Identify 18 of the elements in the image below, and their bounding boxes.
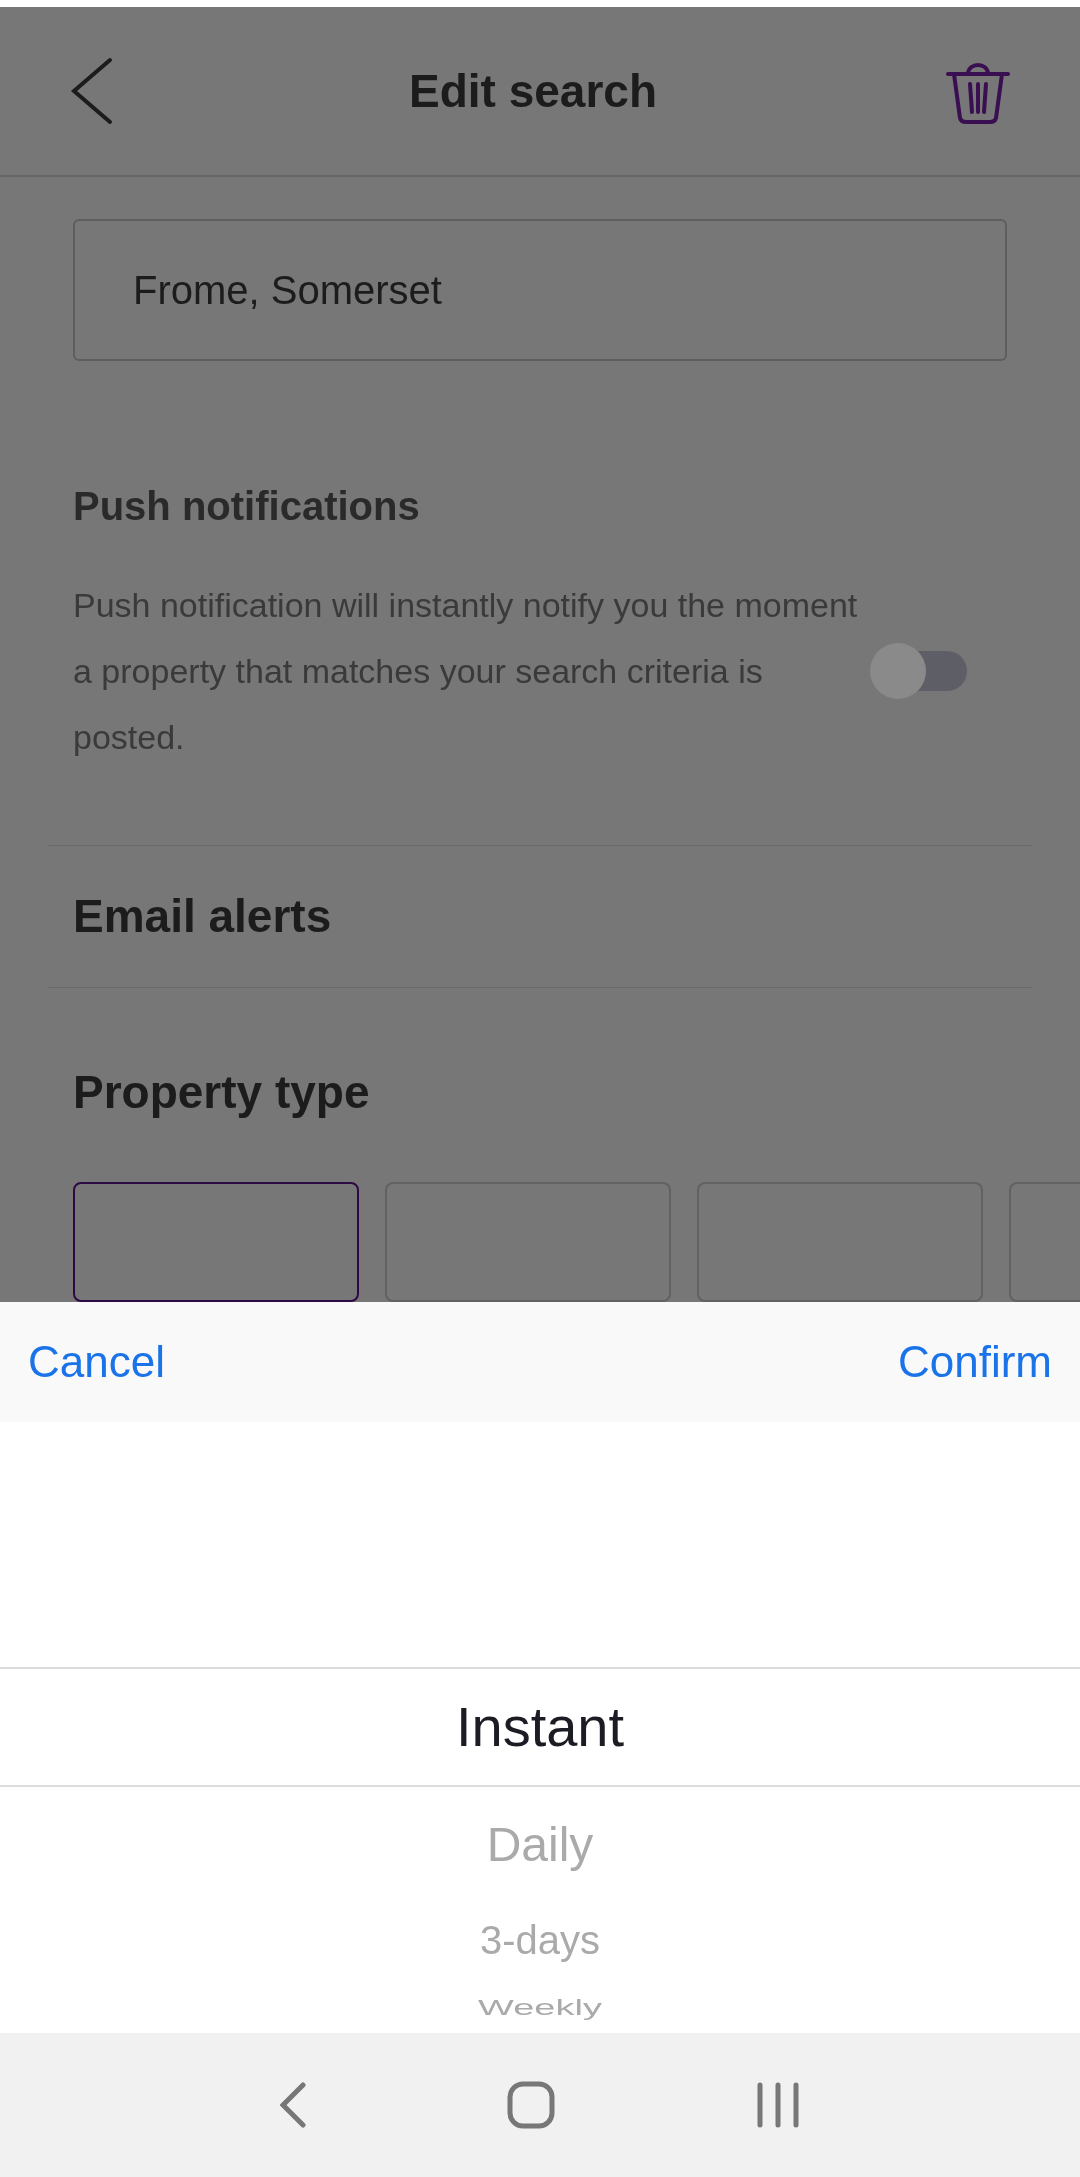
screen-title: Edit search [409,63,657,119]
section-title: Email alerts [73,889,332,944]
section-title: Push notifications [73,483,421,530]
picker-option[interactable]: 3-days [479,1895,601,1985]
picker-option[interactable]: Instant [455,1685,625,1769]
property-type-option[interactable] [73,1182,359,1302]
confirm-button[interactable]: Confirm [897,1329,1052,1395]
push-toggle[interactable] [870,643,967,699]
location-field[interactable]: Frome, Somerset [73,219,1007,361]
section-title: Property type [73,1065,371,1120]
home-icon[interactable] [507,2081,555,2129]
picker-option[interactable]: Weekly [478,1993,602,2021]
cancel-button[interactable]: Cancel [28,1329,165,1395]
recent-apps-icon[interactable] [755,2082,800,2128]
back-icon [70,57,114,125]
push-description: Push notification will instantly notify you the moment a property that matches your search criteria is posted. [73,585,859,758]
picker-option[interactable]: Daily [486,1795,594,1895]
back-icon[interactable] [280,2082,307,2128]
